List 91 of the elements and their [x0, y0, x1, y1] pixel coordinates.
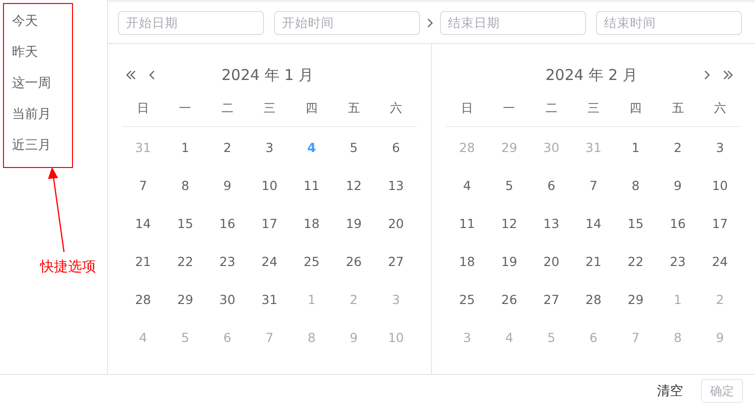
shortcut-item[interactable]: 近三月	[0, 129, 51, 160]
day-cell[interactable]: 20	[543, 243, 560, 281]
end-date-field[interactable]: 结束日期	[440, 10, 586, 34]
weekday-label: 四	[306, 100, 318, 116]
day-cell[interactable]: 24	[712, 243, 728, 281]
weekday-label: 四	[630, 100, 642, 116]
double-chevron-left-icon[interactable]	[126, 70, 136, 80]
day-cell[interactable]: 23	[219, 243, 236, 281]
start-time-field[interactable]: 开始时间	[274, 10, 420, 34]
day-cell[interactable]: 3	[716, 129, 724, 167]
day-cell[interactable]: 21	[586, 243, 602, 281]
chevron-left-icon[interactable]	[149, 70, 155, 80]
day-cell[interactable]: 25	[304, 243, 320, 281]
day-cell[interactable]: 22	[177, 243, 194, 281]
day-cell[interactable]: 11	[304, 167, 320, 205]
weekday-label: 六	[390, 100, 402, 116]
day-cell[interactable]: 16	[219, 205, 236, 243]
day-cell[interactable]: 17	[262, 205, 278, 243]
weekday-label: 二	[545, 100, 558, 116]
chevron-right-icon[interactable]	[704, 70, 710, 80]
weekday-label: 五	[672, 100, 684, 116]
month-title: 2024 年 1 月	[220, 66, 315, 84]
day-cell[interactable]: 10	[262, 167, 278, 205]
day-cell[interactable]: 14	[586, 205, 602, 243]
day-cell[interactable]: 8	[181, 167, 190, 205]
day-cell[interactable]: 1	[181, 129, 190, 167]
day-cell[interactable]: 6	[392, 129, 400, 167]
day-cell[interactable]: 18	[304, 205, 320, 243]
day-cell[interactable]: 11	[459, 205, 476, 243]
day-cell[interactable]: 7	[139, 167, 148, 205]
day-cell[interactable]: 21	[135, 243, 152, 281]
weekday-label: 一	[503, 100, 516, 116]
day-cell[interactable]: 13	[543, 205, 560, 243]
day-cell[interactable]: 10	[712, 167, 728, 205]
day-cell[interactable]: 8	[632, 167, 640, 205]
day-cell[interactable]: 26	[501, 281, 518, 319]
day-cell[interactable]: 26	[346, 243, 362, 281]
day-cell[interactable]: 27	[543, 281, 560, 319]
day-cell[interactable]: 12	[346, 167, 362, 205]
weekday-label: 二	[221, 100, 234, 116]
day-cell[interactable]: 25	[459, 281, 476, 319]
day-cell[interactable]: 5	[505, 167, 514, 205]
day-cell[interactable]: 23	[670, 243, 686, 281]
day-cell[interactable]: 31	[262, 281, 278, 319]
weekday-label: 五	[348, 100, 360, 116]
day-cell[interactable]: 28	[135, 281, 152, 319]
month-title: 2024 年 2 月	[544, 66, 639, 84]
day-cell[interactable]: 29	[628, 281, 644, 319]
day-cell[interactable]: 17	[712, 205, 728, 243]
weekday-label: 一	[179, 100, 192, 116]
day-cell[interactable]: 9	[674, 167, 682, 205]
day-cell[interactable]: 12	[501, 205, 518, 243]
shortcut-item[interactable]: 当前月	[0, 98, 51, 129]
weekday-label: 三	[587, 100, 600, 116]
day-cell[interactable]: 15	[177, 205, 194, 243]
day-cell[interactable]: 9	[223, 167, 232, 205]
weekday-label: 六	[714, 100, 726, 116]
end-time-field[interactable]: 结束时间	[596, 10, 742, 34]
day-cell[interactable]: 1	[632, 129, 640, 167]
day-cell[interactable]: 4	[463, 167, 472, 205]
weekday-label: 日	[137, 100, 150, 116]
day-cell[interactable]: 27	[388, 243, 404, 281]
annotation-label: 快捷选项	[40, 258, 96, 276]
day-cell[interactable]: 13	[388, 167, 404, 205]
day-cell[interactable]: 16	[670, 205, 686, 243]
double-chevron-right-icon[interactable]	[723, 70, 733, 80]
day-cell[interactable]: 5	[350, 129, 358, 167]
day-cell[interactable]: 20	[388, 205, 404, 243]
day-cell[interactable]: 3	[266, 129, 274, 167]
day-cell[interactable]: 6	[547, 167, 556, 205]
day-cell[interactable]: 24	[262, 243, 278, 281]
day-cell[interactable]: 18	[459, 243, 476, 281]
chevron-right-icon	[427, 18, 433, 28]
day-cell[interactable]: 15	[628, 205, 644, 243]
clear-button[interactable]: 清空	[657, 382, 683, 400]
shortcut-item[interactable]: 这一周	[0, 67, 51, 98]
shortcut-item[interactable]: 昨天	[0, 36, 38, 67]
day-cell[interactable]: 2	[223, 129, 232, 167]
day-cell[interactable]: 19	[501, 243, 518, 281]
day-cell[interactable]: 30	[219, 281, 236, 319]
weekday-label: 日	[461, 100, 474, 116]
day-cell[interactable]: 2	[674, 129, 682, 167]
day-cell[interactable]: 19	[346, 205, 362, 243]
start-date-field[interactable]: 开始日期	[118, 10, 264, 34]
day-cell[interactable]: 14	[135, 205, 152, 243]
weekday-label: 三	[263, 100, 276, 116]
day-cell[interactable]: 7	[590, 167, 598, 205]
day-cell[interactable]: 28	[586, 281, 602, 319]
shortcut-item[interactable]: 今天	[0, 5, 38, 36]
day-cell[interactable]: 22	[628, 243, 644, 281]
day-cell[interactable]: 29	[177, 281, 194, 319]
